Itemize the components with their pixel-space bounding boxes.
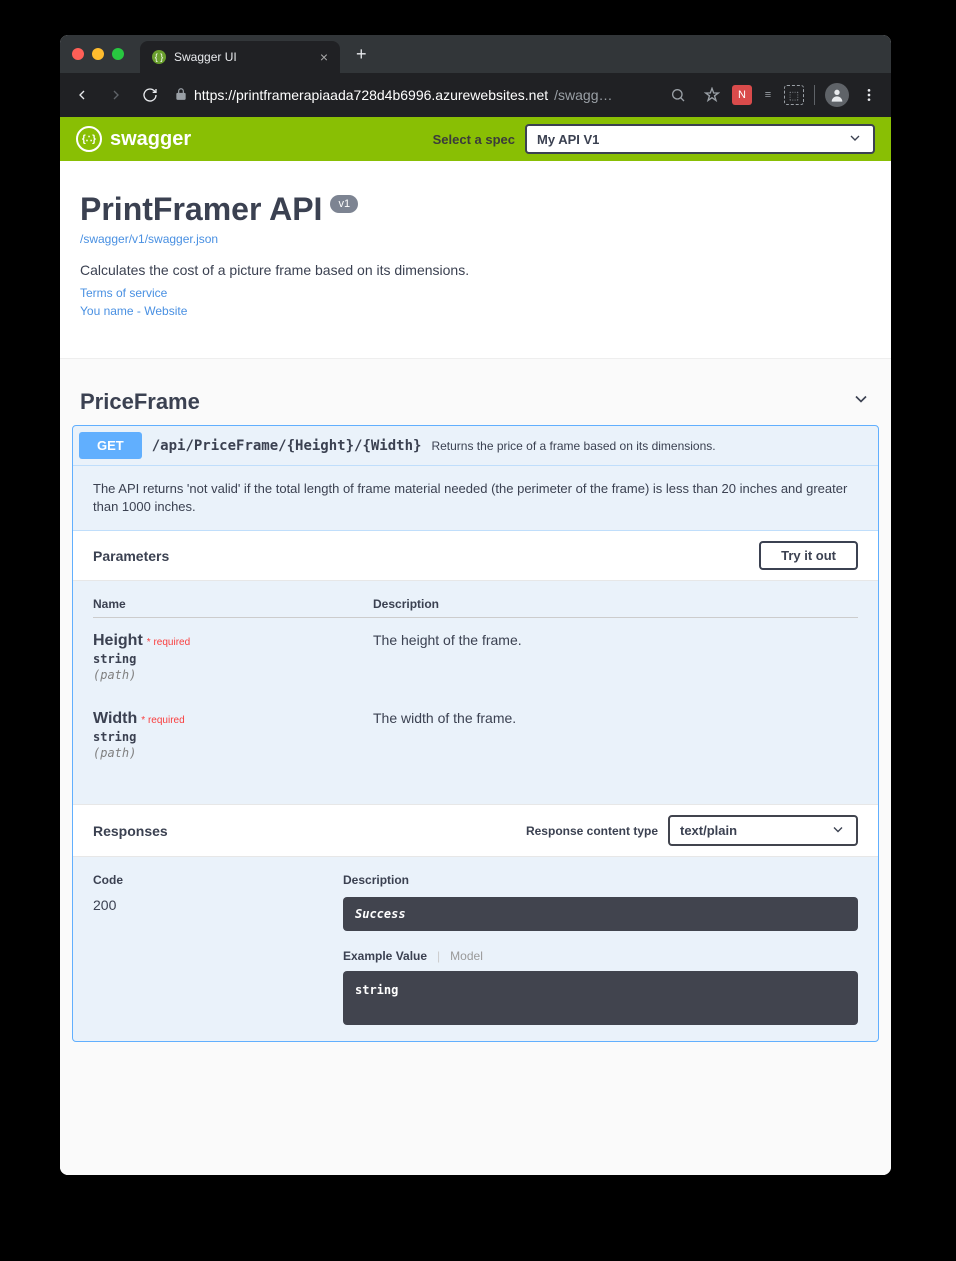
select-spec-label: Select a spec (433, 132, 515, 147)
example-body: string (343, 971, 858, 1025)
extension-icon-3[interactable]: ⬚ (784, 85, 804, 105)
operation-summary-text: Returns the price of a frame based on it… (431, 439, 715, 453)
swagger-logo-icon: {∴} (76, 126, 102, 152)
parameters-table: Name Description Heightrequired string (… (73, 581, 878, 804)
col-resp-desc-header: Description (343, 873, 858, 887)
col-code-header: Code (93, 873, 343, 887)
lock-icon (174, 87, 188, 104)
param-type: string (93, 730, 373, 744)
param-row: Heightrequired string (path) The height … (93, 618, 858, 696)
param-description: The width of the frame. (373, 710, 858, 726)
tab-title: Swagger UI (174, 50, 237, 64)
parameters-bar: Parameters Try it out (73, 531, 878, 581)
reload-button[interactable] (136, 81, 164, 109)
contact-link[interactable]: You name - Website (80, 304, 871, 318)
address-bar: https://printframerapiaada728d4b6996.azu… (60, 73, 891, 117)
api-description: Calculates the cost of a picture frame b… (80, 262, 871, 278)
browser-tab[interactable]: { } Swagger UI × (140, 41, 340, 73)
response-message: Success (343, 897, 858, 931)
responses-bar: Responses Response content type text/pla… (73, 804, 878, 857)
param-row: Widthrequired string (path) The width of… (93, 696, 858, 774)
responses-table: Code Description 200 Success Example Val… (73, 857, 878, 1041)
tab-separator: | (437, 949, 440, 963)
api-title-text: PrintFramer API (80, 191, 322, 228)
required-badge: required (143, 637, 190, 648)
param-name: Height (93, 632, 143, 649)
zoom-icon[interactable] (664, 81, 692, 109)
example-value-tab[interactable]: Example Value (343, 949, 427, 963)
responses-heading: Responses (93, 823, 168, 839)
try-it-out-button[interactable]: Try it out (759, 541, 858, 570)
param-location: (path) (93, 746, 373, 760)
response-row: 200 Success Example Value | Model string (93, 897, 858, 1025)
new-tab-button[interactable]: + (348, 44, 375, 65)
url-host: https://printframerapiaada728d4b6996.azu… (194, 87, 548, 103)
extension-icon-1[interactable]: N (732, 85, 752, 105)
api-title: PrintFramer API v1 (80, 191, 871, 228)
bookmark-icon[interactable] (698, 81, 726, 109)
minimize-window-button[interactable] (92, 48, 104, 60)
param-location: (path) (93, 668, 373, 682)
browser-window: { } Swagger UI × + https://printframerap… (60, 35, 891, 1175)
operation-body: The API returns 'not valid' if the total… (73, 465, 878, 1041)
close-tab-icon[interactable]: × (320, 49, 328, 65)
operation-path: /api/PriceFrame/{Height}/{Width} (152, 438, 422, 454)
col-desc-header: Description (373, 597, 858, 611)
forward-button[interactable] (102, 81, 130, 109)
col-name-header: Name (93, 597, 373, 611)
extension-icon-2[interactable]: ≡ (758, 85, 778, 105)
param-name: Width (93, 710, 137, 727)
chevron-down-icon (830, 821, 846, 840)
required-badge: required (137, 715, 184, 726)
response-code: 200 (93, 897, 343, 1025)
toolbar-divider (814, 85, 815, 105)
chevron-down-icon (847, 130, 863, 149)
menu-icon[interactable] (855, 81, 883, 109)
operation-block: GET /api/PriceFrame/{Height}/{Width} Ret… (72, 425, 879, 1042)
param-type: string (93, 652, 373, 666)
url-field[interactable]: https://printframerapiaada728d4b6996.azu… (170, 87, 658, 104)
tag-name: PriceFrame (80, 389, 200, 415)
window-controls (72, 48, 124, 60)
profile-avatar[interactable] (825, 83, 849, 107)
spec-dropdown[interactable]: My API V1 (525, 124, 875, 154)
maximize-window-button[interactable] (112, 48, 124, 60)
terms-link[interactable]: Terms of service (80, 286, 871, 300)
swagger-content: PrintFramer API v1 /swagger/v1/swagger.j… (60, 161, 891, 1175)
content-type-value: text/plain (680, 823, 737, 838)
tag-toggle[interactable]: PriceFrame (70, 379, 881, 425)
content-type-dropdown[interactable]: text/plain (668, 815, 858, 846)
spec-url-link[interactable]: /swagger/v1/swagger.json (80, 232, 871, 246)
url-path: /swagg… (554, 87, 612, 103)
operation-summary[interactable]: GET /api/PriceFrame/{Height}/{Width} Ret… (73, 426, 878, 465)
param-description: The height of the frame. (373, 632, 858, 648)
tag-section: PriceFrame GET /api/PriceFrame/{Height}/… (60, 359, 891, 1062)
content-type-label: Response content type (526, 824, 658, 838)
operation-description: The API returns 'not valid' if the total… (73, 466, 878, 531)
close-window-button[interactable] (72, 48, 84, 60)
parameters-heading: Parameters (93, 548, 169, 564)
api-info: PrintFramer API v1 /swagger/v1/swagger.j… (60, 161, 891, 359)
back-button[interactable] (68, 81, 96, 109)
favicon-icon: { } (152, 50, 166, 64)
swagger-topbar: {∴} swagger Select a spec My API V1 (60, 117, 891, 161)
swagger-logo: {∴} swagger (76, 126, 191, 152)
method-badge: GET (79, 432, 142, 459)
titlebar: { } Swagger UI × + (60, 35, 891, 73)
spec-selected-value: My API V1 (537, 132, 599, 147)
version-badge: v1 (330, 195, 358, 213)
model-tab[interactable]: Model (450, 949, 483, 963)
swagger-brand: swagger (110, 128, 191, 151)
chevron-down-icon (851, 389, 871, 415)
